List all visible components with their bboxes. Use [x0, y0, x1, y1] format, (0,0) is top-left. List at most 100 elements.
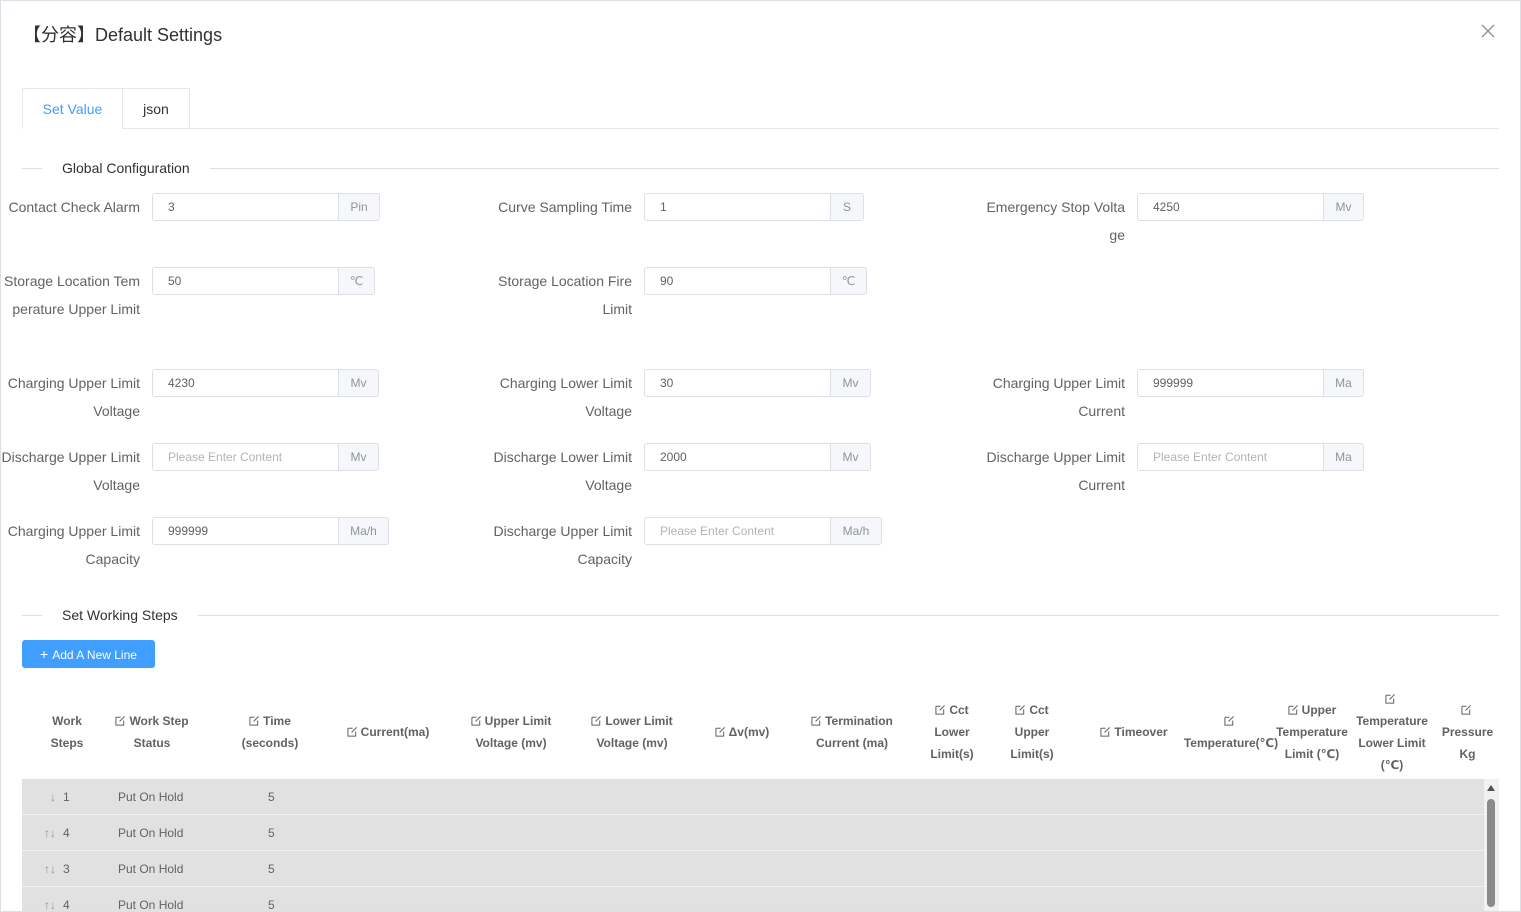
col-termination-current[interactable]: Termination Current (ma) — [800, 685, 904, 779]
step-number: 3 — [63, 862, 70, 876]
default-settings-dialog: 【分容】Default Settings Set Value json Glob… — [0, 0, 1521, 912]
add-new-line-label: Add A New Line — [52, 648, 137, 662]
table-row[interactable]: ↓ 1 Put On Hold 5 — [22, 779, 1484, 815]
col-cct-lower-limit[interactable]: Cct Lower Limit(s) — [916, 685, 988, 779]
field-label-charging-upper-limit-voltage: Charging Upper Limit Voltage — [7, 375, 140, 419]
edit-icon — [1015, 705, 1026, 715]
edit-icon — [1385, 694, 1395, 704]
step-number: 4 — [63, 898, 70, 912]
charging-upper-limit-capacity-field[interactable] — [153, 518, 338, 544]
discharge-upper-limit-voltage-field[interactable] — [153, 444, 338, 470]
unit-label: ℃ — [830, 268, 866, 294]
reorder-arrows-icon[interactable]: ↑↓ — [34, 815, 56, 851]
step-time[interactable]: 5 — [268, 887, 275, 911]
col-temperature-lower-limit[interactable]: Temperature Lower Limit (℃) — [1356, 685, 1428, 779]
discharge-lower-limit-voltage-input: Mv — [644, 443, 871, 471]
storage-temperature-upper-limit-input: ℃ — [152, 267, 375, 295]
col-temperature[interactable]: Temperature(℃) — [1184, 685, 1278, 779]
unit-label: Ma/h — [830, 518, 881, 544]
add-new-line-button[interactable]: + Add A New Line — [22, 640, 155, 668]
working-steps-divider — [22, 615, 1499, 616]
edit-icon — [471, 716, 481, 726]
col-time-seconds[interactable]: Time (seconds) — [216, 685, 324, 779]
charging-lower-limit-voltage-field[interactable] — [645, 370, 830, 396]
step-status[interactable]: Put On Hold — [118, 815, 183, 851]
curve-sampling-time-field[interactable] — [645, 194, 830, 220]
step-status[interactable]: Put On Hold — [118, 851, 183, 887]
col-pressure[interactable]: Pressure Kg — [1436, 685, 1499, 779]
col-cct-upper-limit[interactable]: Cct Upper Limit(s) — [996, 685, 1068, 779]
col-delta-v[interactable]: Δv(mv) — [698, 685, 786, 779]
table-row[interactable]: ↑↓ 3 Put On Hold 5 — [22, 851, 1484, 887]
field-label-emergency-stop-voltage: Emergency Stop Voltage — [986, 199, 1125, 243]
charging-upper-limit-current-field[interactable] — [1138, 370, 1323, 396]
field-label-storage-fire-limit: Storage Location Fire Limit — [498, 273, 632, 317]
charging-lower-limit-voltage-input: Mv — [644, 369, 871, 397]
table-row[interactable]: ↑↓ 4 Put On Hold 5 — [22, 815, 1484, 851]
edit-icon — [347, 727, 357, 737]
col-upper-limit-voltage[interactable]: Upper Limit Voltage (mv) — [456, 685, 566, 779]
emergency-stop-voltage-field[interactable] — [1138, 194, 1323, 220]
col-upper-temperature-limit[interactable]: Upper Temperature Limit (℃) — [1276, 685, 1348, 779]
unit-label: Ma — [1323, 370, 1363, 396]
plus-icon: + — [40, 646, 49, 662]
discharge-lower-limit-voltage-field[interactable] — [645, 444, 830, 470]
scroll-thumb[interactable] — [1487, 799, 1495, 907]
step-time[interactable]: 5 — [268, 851, 275, 887]
storage-fire-limit-field[interactable] — [645, 268, 830, 294]
table-header: Work Steps Work Step Status Time (second… — [22, 685, 1499, 779]
global-config-divider — [22, 168, 1499, 169]
step-time[interactable]: 5 — [268, 815, 275, 851]
field-label-contact-check-alarm: Contact Check Alarm — [8, 199, 141, 215]
reorder-arrows-icon[interactable]: ↑↓ — [34, 851, 56, 887]
unit-label: Pin — [338, 194, 379, 220]
contact-check-alarm-field[interactable] — [153, 194, 338, 220]
col-work-step-status[interactable]: Work Step Status — [98, 685, 206, 779]
step-number: 4 — [63, 826, 70, 840]
edit-icon — [715, 727, 725, 737]
storage-fire-limit-input: ℃ — [644, 267, 867, 295]
charging-upper-limit-voltage-field[interactable] — [153, 370, 338, 396]
unit-label: Mv — [830, 444, 870, 470]
field-label-storage-temperature-upper-limit: Storage Location Temperature Upper Limit — [4, 273, 140, 317]
edit-icon — [811, 716, 822, 726]
edit-icon — [115, 716, 126, 726]
field-label-charging-upper-limit-capacity: Charging Upper Limit Capacity — [7, 523, 140, 567]
field-label-discharge-upper-limit-current: Discharge Upper Limit Current — [986, 449, 1126, 493]
reorder-arrows-icon[interactable]: ↓ — [40, 779, 56, 815]
discharge-upper-limit-current-input: Ma — [1137, 443, 1364, 471]
tab-json[interactable]: json — [122, 88, 190, 129]
discharge-upper-limit-voltage-input: Mv — [152, 443, 379, 471]
col-work-steps[interactable]: Work Steps — [48, 685, 86, 779]
discharge-upper-limit-capacity-field[interactable] — [645, 518, 830, 544]
col-current[interactable]: Current(ma) — [334, 685, 442, 779]
field-label-curve-sampling-time: Curve Sampling Time — [498, 199, 632, 215]
unit-label: S — [830, 194, 863, 220]
col-lower-limit-voltage[interactable]: Lower Limit Voltage (mv) — [577, 685, 687, 779]
reorder-arrows-icon[interactable]: ↑↓ — [34, 887, 56, 911]
scroll-up-icon[interactable] — [1487, 785, 1495, 791]
discharge-upper-limit-current-field[interactable] — [1138, 444, 1323, 470]
unit-label: Mv — [338, 444, 378, 470]
unit-label: Mv — [338, 370, 378, 396]
close-icon[interactable] — [1478, 21, 1498, 41]
working-steps-title: Set Working Steps — [42, 605, 198, 625]
contact-check-alarm-input: Pin — [152, 193, 380, 221]
table-row[interactable]: ↑↓ 4 Put On Hold 5 — [22, 887, 1484, 912]
table-body: ↓ 1 Put On Hold 5 ↑↓ 4 Put On Hold 5 ↑↓ … — [22, 779, 1484, 912]
unit-label: Ma/h — [338, 518, 388, 544]
storage-temperature-upper-limit-field[interactable] — [153, 268, 338, 294]
col-timeover[interactable]: Timeover — [1080, 685, 1188, 779]
step-time[interactable]: 5 — [268, 779, 275, 815]
step-status[interactable]: Put On Hold — [118, 779, 183, 815]
global-config-title: Global Configuration — [42, 158, 210, 178]
unit-label: Mv — [830, 370, 870, 396]
charging-upper-limit-current-input: Ma — [1137, 369, 1364, 397]
edit-icon — [935, 705, 946, 715]
unit-label: Ma — [1323, 444, 1363, 470]
tab-set-value[interactable]: Set Value — [22, 88, 123, 129]
field-label-discharge-upper-limit-capacity: Discharge Upper Limit Capacity — [493, 523, 633, 567]
edit-icon — [1100, 727, 1111, 737]
table-scrollbar[interactable] — [1484, 779, 1499, 911]
step-status[interactable]: Put On Hold — [118, 887, 183, 911]
